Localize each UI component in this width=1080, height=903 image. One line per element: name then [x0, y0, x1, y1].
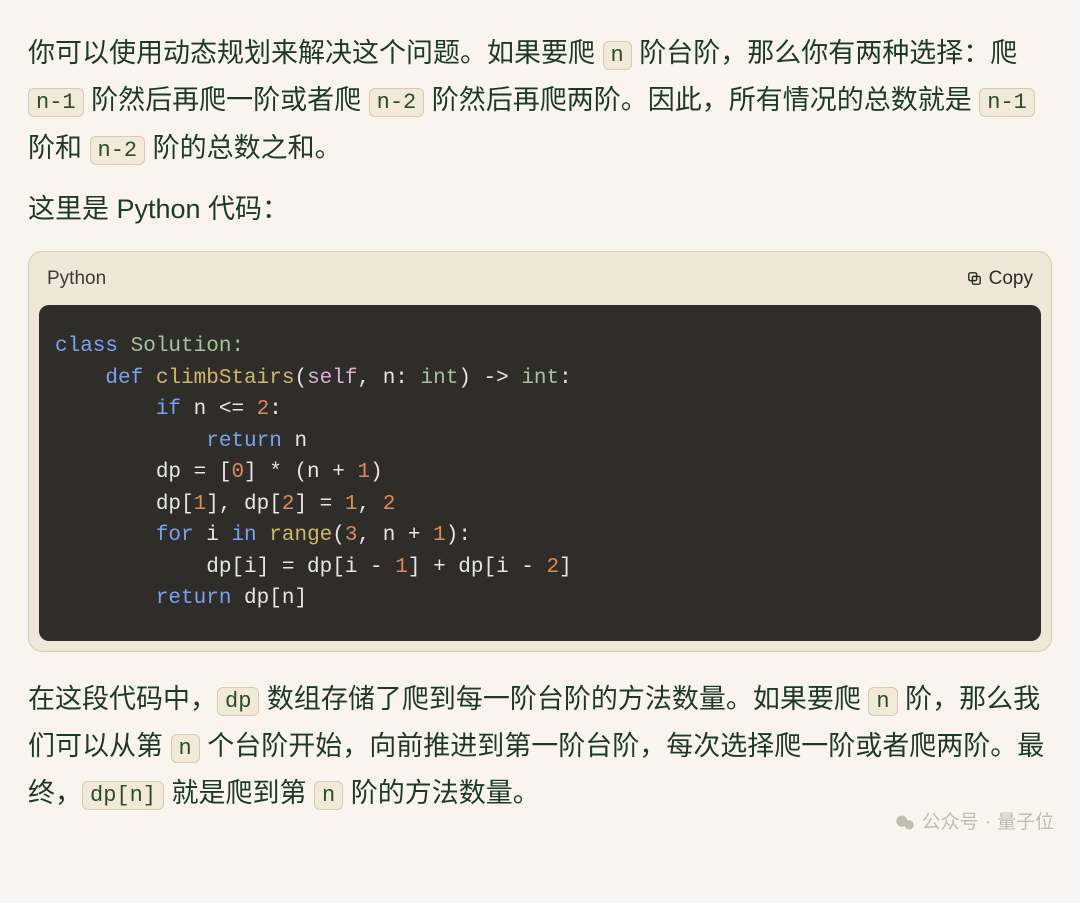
- inline-code-n-2: n-2: [369, 88, 425, 117]
- inline-code-dp: dp: [217, 687, 259, 716]
- code-token: dp[: [55, 493, 194, 516]
- text: 阶和: [28, 133, 90, 163]
- code-token: range: [269, 524, 332, 547]
- code-token: ] + dp[i -: [408, 556, 547, 579]
- inline-code-n: n: [603, 41, 632, 70]
- code-token: n <=: [181, 398, 257, 421]
- text: 阶然后再爬一阶或者爬: [84, 85, 369, 115]
- code-token: dp = [: [55, 461, 231, 484]
- code-token: 2: [282, 493, 295, 516]
- inline-code-n: n: [314, 781, 343, 810]
- code-block: Python Copy class Solution: def climbSta…: [28, 251, 1052, 652]
- code-token: def: [55, 367, 143, 390]
- code-token: climbStairs: [143, 367, 294, 390]
- copy-icon: [966, 270, 983, 287]
- code-token: dp[n]: [231, 587, 307, 610]
- code-body[interactable]: class Solution: def climbStairs(self, n:…: [39, 305, 1041, 641]
- code-token: i: [194, 524, 232, 547]
- watermark-name: 量子位: [997, 806, 1054, 839]
- code-header: Python Copy: [29, 252, 1051, 305]
- paragraph-1: 你可以使用动态规划来解决这个问题。如果要爬 n 阶台阶，那么你有两种选择：爬 n…: [28, 30, 1052, 172]
- text: 阶然后再爬两阶。因此，所有情况的总数就是: [424, 85, 979, 115]
- code-token: n: [282, 430, 307, 453]
- code-token: ] =: [294, 493, 344, 516]
- code-token: :: [269, 398, 282, 421]
- code-token: , n +: [358, 524, 434, 547]
- code-token: 1: [433, 524, 446, 547]
- code-token: int: [421, 367, 459, 390]
- code-token: if: [55, 398, 181, 421]
- paragraph-3: 在这段代码中，dp 数组存储了爬到每一阶台阶的方法数量。如果要爬 n 阶，那么我…: [28, 676, 1052, 818]
- code-token: , n:: [357, 367, 420, 390]
- code-token: ] * (n +: [244, 461, 357, 484]
- code-token: 1: [357, 461, 370, 484]
- paragraph-2: 这里是 Python 代码：: [28, 186, 1052, 233]
- code-token: ]: [559, 556, 572, 579]
- text: 数组存储了爬到每一阶台阶的方法数量。如果要爬: [259, 684, 868, 714]
- code-token: int: [521, 367, 559, 390]
- watermark-prefix: 公众号: [922, 806, 979, 839]
- code-token: 1: [194, 493, 207, 516]
- code-token: 3: [345, 524, 358, 547]
- code-token: in: [231, 524, 256, 547]
- code-token: 1: [345, 493, 358, 516]
- code-token: ], dp[: [206, 493, 282, 516]
- inline-code-n-1: n-1: [28, 88, 84, 117]
- inline-code-n: n: [171, 734, 200, 763]
- watermark-sep: ·: [985, 806, 991, 839]
- code-token: self: [307, 367, 357, 390]
- code-token: 2: [547, 556, 560, 579]
- code-language-label: Python: [47, 262, 106, 295]
- code-token: return: [55, 587, 231, 610]
- inline-code-n-1: n-1: [979, 88, 1035, 117]
- code-token: (: [294, 367, 307, 390]
- text: 阶的总数之和。: [145, 133, 342, 163]
- code-token: ) ->: [458, 367, 521, 390]
- code-token: ):: [446, 524, 471, 547]
- code-token: [257, 524, 270, 547]
- copy-button[interactable]: Copy: [966, 262, 1033, 295]
- code-token: 1: [395, 556, 408, 579]
- inline-code-n: n: [868, 687, 897, 716]
- watermark: 公众号 · 量子位: [894, 806, 1054, 839]
- code-token: 0: [231, 461, 244, 484]
- code-token: return: [55, 430, 282, 453]
- code-token: 2: [383, 493, 396, 516]
- copy-label: Copy: [989, 262, 1033, 295]
- inline-code-n-2: n-2: [90, 136, 146, 165]
- text: 在这段代码中，: [28, 684, 217, 714]
- code-token: dp[i] = dp[i -: [55, 556, 395, 579]
- code-token: :: [559, 367, 572, 390]
- code-token: Solution:: [118, 335, 244, 358]
- text: 阶台阶，那么你有两种选择：爬: [632, 38, 1018, 68]
- code-token: 2: [257, 398, 270, 421]
- text: 阶的方法数量。: [343, 778, 540, 808]
- code-token: ,: [358, 493, 383, 516]
- text: 就是爬到第: [164, 778, 314, 808]
- text: 你可以使用动态规划来解决这个问题。如果要爬: [28, 38, 603, 68]
- code-token: ): [370, 461, 383, 484]
- code-token: for: [55, 524, 194, 547]
- wechat-icon: [894, 812, 916, 834]
- code-token: (: [332, 524, 345, 547]
- inline-code-dpn: dp[n]: [82, 781, 164, 810]
- code-token: class: [55, 335, 118, 358]
